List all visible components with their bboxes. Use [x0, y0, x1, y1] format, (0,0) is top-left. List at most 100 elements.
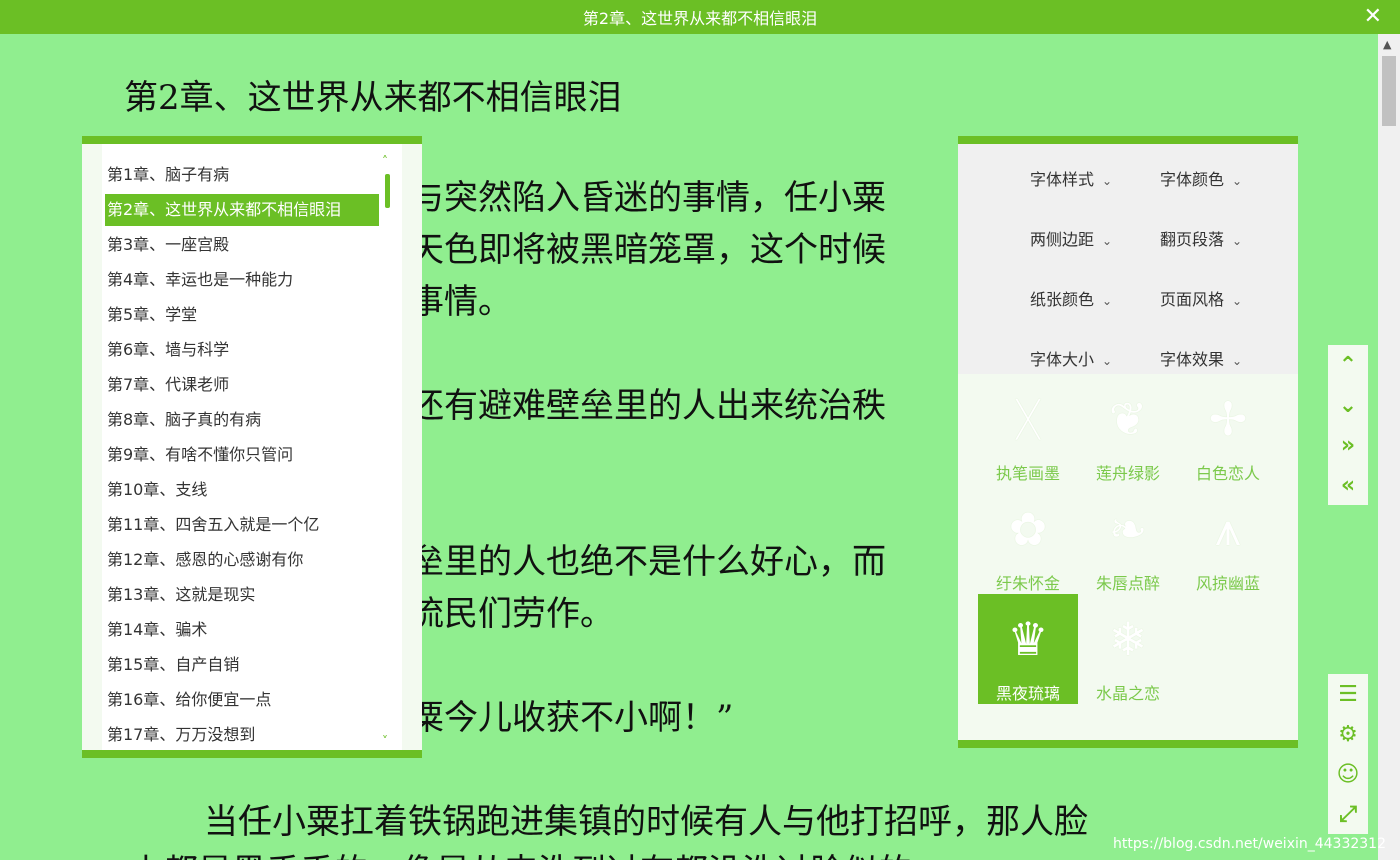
text-line: 粟今儿收获不小啊！”: [410, 698, 734, 738]
toc-item[interactable]: 第16章、给你便宜一点: [105, 684, 379, 716]
text-line: 天色即将被黑暗笼罩，这个时候: [410, 230, 886, 270]
scrollbar-thumb[interactable]: [1382, 56, 1396, 126]
chevron-down-icon: ⌄: [1232, 234, 1243, 248]
toc-item[interactable]: 第10章、支线: [105, 474, 379, 506]
chevron-down-icon: ⌄: [1232, 174, 1243, 188]
window-title: 第2章、这世界从来都不相信眼泪: [582, 9, 818, 28]
style-tile[interactable]: ❄ 水晶之恋: [1078, 594, 1178, 704]
toc-item[interactable]: 第13章、这就是现实: [105, 579, 379, 611]
text-line: 垒里的人也绝不是什么好心，而: [410, 542, 886, 582]
watermark: https://blog.csdn.net/weixin_44332312: [1112, 836, 1386, 852]
scroll-up-icon[interactable]: ▲: [1383, 38, 1391, 51]
toc-list[interactable]: ˄ ˅ 第1章、脑子有病 第2章、这世界从来都不相信眼泪 第3章、一座宫殿 第4章、幸…: [102, 152, 402, 750]
fullscreen-icon[interactable]: ⤢: [1328, 794, 1368, 834]
style-tile[interactable]: ❦ 莲舟绿影: [1078, 374, 1178, 484]
toc-item[interactable]: 第3章、一座宫殿: [105, 229, 379, 261]
snowflake-icon: ❄: [1108, 612, 1148, 666]
table-of-contents: ˄ ˅ 第1章、脑子有病 第2章、这世界从来都不相信眼泪 第3章、一座宫殿 第4章、幸…: [82, 136, 422, 758]
style-label: 白色恋人: [1195, 464, 1260, 483]
chevron-down-icon: ⌄: [1102, 234, 1113, 248]
gear-icon[interactable]: ⚙: [1328, 714, 1368, 754]
style-label: 风掠幽蓝: [1195, 574, 1260, 593]
style-tile[interactable]: ᚷ 执笔画墨: [978, 374, 1078, 484]
crown-icon: ♛: [1007, 612, 1049, 666]
style-tile[interactable]: ✢ 白色恋人: [1178, 374, 1278, 484]
style-label: 水晶之恋: [1095, 684, 1160, 703]
style-tile[interactable]: ❧ 朱唇点醉: [1078, 484, 1178, 594]
menu-label: 翻页段落: [1160, 230, 1225, 249]
text-line: 还有避难壁垒里的人出来统治秩: [410, 386, 886, 426]
toc-item[interactable]: 第9章、有啥不懂你只管问: [105, 439, 379, 471]
menu-font-size[interactable]: 字体大小 ⌄: [1030, 346, 1112, 370]
close-icon[interactable]: ✕: [1364, 2, 1382, 32]
toc-item[interactable]: 第14章、骗术: [105, 614, 379, 646]
style-tile[interactable]: ✿ 纡朱怀金: [978, 484, 1078, 594]
text-line: 当任小粟扛着铁锅跑进集镇的时候有人与他打招呼，那人脸: [204, 802, 1088, 842]
next-chapter-icon[interactable]: »: [1328, 425, 1368, 465]
chevron-down-icon[interactable]: ⌄: [1328, 385, 1368, 425]
style-label: 执笔画墨: [995, 464, 1060, 483]
page-nav: ⌃ ⌄ » «: [1328, 345, 1368, 505]
chevron-down-icon: ⌄: [1102, 174, 1113, 188]
menu-icon[interactable]: ☰: [1328, 674, 1368, 714]
style-label: 纡朱怀金: [995, 574, 1060, 593]
chevron-up-icon[interactable]: ⌃: [1328, 345, 1368, 385]
text-line: 上都是黑乎乎的，像是从来洗到过有都没洗过脸似的。: [130, 846, 946, 860]
toc-item[interactable]: 第12章、感恩的心感谢有你: [105, 544, 379, 576]
menu-page-style[interactable]: 页面风格 ⌄: [1160, 286, 1242, 310]
menu-label: 两侧边距: [1030, 230, 1095, 249]
toc-item[interactable]: 第11章、四舍五入就是一个亿: [105, 509, 379, 541]
menu-font-effect[interactable]: 字体效果 ⌄: [1160, 346, 1242, 370]
icicle-icon: ⩚: [1215, 502, 1241, 556]
chapter-title: 第2章、这世界从来都不相信眼泪: [124, 78, 622, 118]
toc-margin: [402, 144, 422, 750]
text-line: 与突然陷入昏迷的事情，任小粟: [410, 178, 886, 218]
toc-item[interactable]: 第17章、万万没想到: [105, 719, 379, 751]
chevron-down-icon: ⌄: [1232, 354, 1243, 368]
menu-paper-color[interactable]: 纸张颜色 ⌄: [1030, 286, 1112, 310]
menu-font-style[interactable]: 字体样式 ⌄: [1030, 166, 1112, 190]
style-label: 莲舟绿影: [1095, 464, 1160, 483]
menu-page-turn[interactable]: 翻页段落 ⌄: [1160, 226, 1242, 250]
toc-item[interactable]: 第8章、脑子真的有病: [105, 404, 379, 436]
menu-label: 字体颜色: [1160, 170, 1225, 189]
window-titlebar: 第2章、这世界从来都不相信眼泪 ✕: [0, 0, 1400, 34]
toc-scrollbar-thumb[interactable]: [385, 174, 390, 208]
menu-font-color[interactable]: 字体颜色 ⌄: [1160, 166, 1242, 190]
style-tile[interactable]: ⩚ 风掠幽蓝: [1178, 484, 1278, 594]
toc-item[interactable]: 第6章、墙与科学: [105, 334, 379, 366]
style-tile-active[interactable]: ♛ 黑夜琉璃: [978, 594, 1078, 704]
menu-label: 字体效果: [1160, 350, 1225, 369]
toc-margin: [82, 144, 102, 750]
prev-chapter-icon[interactable]: «: [1328, 465, 1368, 505]
menu-label: 字体样式: [1030, 170, 1095, 189]
chevron-down-icon: ⌄: [1102, 354, 1113, 368]
menu-label: 页面风格: [1160, 290, 1225, 309]
text-line: 流民们劳作。: [410, 594, 614, 634]
toc-item[interactable]: 第5章、学堂: [105, 299, 379, 331]
page-scrollbar[interactable]: ▲: [1378, 34, 1400, 860]
toc-item-active[interactable]: 第2章、这世界从来都不相信眼泪: [105, 194, 379, 226]
brush-icon: ᚷ: [1014, 392, 1042, 446]
settings-panel: 字体样式 ⌄ 字体颜色 ⌄ 两侧边距 ⌄ 翻页段落 ⌄ 纸张颜色 ⌄ 页面风格 ⌄ 字体大小…: [958, 136, 1298, 748]
toc-item[interactable]: 第7章、代课老师: [105, 369, 379, 401]
flower-icon: ✿: [1008, 502, 1048, 556]
style-label: 朱唇点醉: [1095, 574, 1160, 593]
chevron-down-icon: ⌄: [1232, 294, 1243, 308]
toc-scroll-down-icon[interactable]: ˅: [382, 734, 388, 748]
menu-label: 字体大小: [1030, 350, 1095, 369]
toc-item[interactable]: 第15章、自产自销: [105, 649, 379, 681]
pinwheel-icon: ✢: [1208, 392, 1248, 446]
github-icon[interactable]: ☺: [1328, 754, 1368, 794]
settings-menu: 字体样式 ⌄ 字体颜色 ⌄ 两侧边距 ⌄ 翻页段落 ⌄ 纸张颜色 ⌄ 页面风格 ⌄ 字体大小…: [958, 144, 1298, 374]
side-tools: ☰ ⚙ ☺ ⤢: [1328, 674, 1368, 834]
style-label: 黑夜琉璃: [995, 684, 1060, 703]
chevron-down-icon: ⌄: [1102, 294, 1113, 308]
text-line: 事情。: [410, 282, 512, 322]
menu-side-margin[interactable]: 两侧边距 ⌄: [1030, 226, 1112, 250]
bird-icon: ❧: [1108, 502, 1148, 556]
menu-label: 纸张颜色: [1030, 290, 1095, 309]
toc-item[interactable]: 第4章、幸运也是一种能力: [105, 264, 379, 296]
toc-item[interactable]: 第1章、脑子有病: [105, 159, 379, 191]
toc-scroll-up-icon[interactable]: ˄: [382, 154, 388, 168]
